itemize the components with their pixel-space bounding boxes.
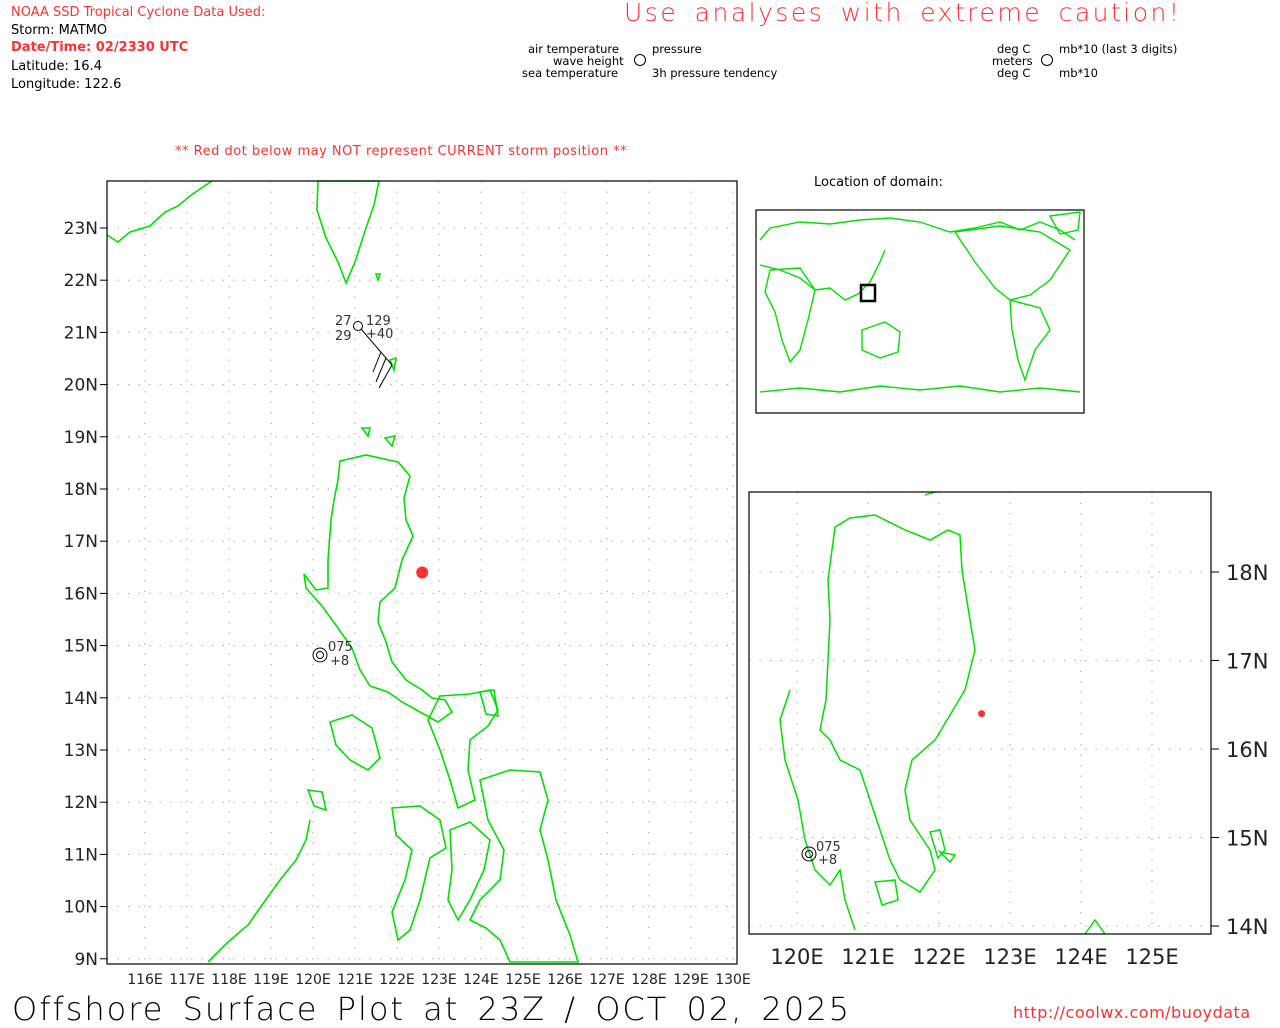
- luzon-island: [303, 454, 454, 723]
- lon-label: 123E: [421, 972, 457, 988]
- eurasia-coast: [759, 217, 1076, 241]
- source-url-link[interactable]: http://coolwx.com/buoydata: [1013, 1003, 1251, 1022]
- station-1-sea-temp: 29: [335, 329, 352, 344]
- lat-label: 10N: [64, 898, 98, 918]
- zoom-storm-position-dot: [978, 710, 986, 718]
- lon-label: 119E: [253, 972, 289, 988]
- legend-station-circle-icon: [634, 54, 646, 66]
- legend-station-circle-icon-2: [1041, 54, 1053, 66]
- babuyan-2: [360, 427, 372, 438]
- station-1-tendency: +40: [366, 327, 393, 342]
- island-zoom-3: [874, 879, 899, 906]
- lon-label: 125E: [505, 972, 541, 988]
- lon-label: 129E: [673, 972, 709, 988]
- lon-label: 124E: [1054, 945, 1107, 969]
- calm-wind-icon: [316, 651, 324, 659]
- lat-label: 18N: [64, 480, 98, 500]
- lat-label: 17N: [1226, 650, 1268, 674]
- lon-label: 118E: [211, 972, 247, 988]
- cebu-bohol: [447, 821, 491, 922]
- wind-barb-feather-icon: [378, 364, 393, 389]
- luzon-west-zoom: [779, 689, 856, 931]
- lon-label: 124E: [463, 972, 499, 988]
- mindoro-island: [329, 714, 381, 771]
- taiwan-island: [316, 180, 380, 286]
- station-2-tendency: +8: [330, 654, 349, 669]
- map-canvas: 23N 22N 21N 20N 19N 18N 17N 16N 15N 14N 13N 12N 11N 1…: [64, 54, 1268, 988]
- zoom-station-2-tendency: +8: [818, 853, 837, 868]
- lon-label: 121E: [337, 972, 373, 988]
- station-plot-2-zoom: 075 +8: [801, 840, 841, 868]
- lat-label: 15N: [64, 637, 98, 657]
- lat-label: 13N: [64, 741, 98, 761]
- domain-map-frame: [755, 209, 1085, 414]
- africa: [764, 267, 816, 364]
- greenland: [1048, 211, 1081, 235]
- zoom-lon-labels: 120E 121E 122E 123E 124E 125E: [770, 945, 1178, 969]
- domain-box-icon: [859, 283, 877, 303]
- station-plot-1: 27 29 129 +40: [335, 314, 393, 389]
- lat-label: 17N: [64, 532, 98, 552]
- panay-negros: [391, 805, 447, 942]
- lon-label: 120E: [770, 945, 823, 969]
- lat-label: 18N: [1226, 561, 1268, 585]
- lon-label: 121E: [841, 945, 894, 969]
- palawan-island: [306, 789, 328, 812]
- south-america: [1009, 299, 1051, 383]
- lon-label: 125E: [1125, 945, 1178, 969]
- lat-label: 22N: [64, 271, 98, 291]
- lon-label: 122E: [379, 972, 415, 988]
- antarctica-coast: [759, 385, 1081, 393]
- lat-label: 9N: [74, 950, 98, 970]
- asia-south-coast: [759, 249, 886, 301]
- lon-label: 120E: [295, 972, 331, 988]
- australia: [861, 321, 901, 359]
- lon-label: 122E: [912, 945, 965, 969]
- palawan-borneo-coast: [207, 819, 311, 963]
- plot-title: Offshore Surface Plot at 23Z / OCT 02, 2…: [12, 990, 851, 1028]
- main-lat-labels: 23N 22N 21N 20N 19N 18N 17N 16N 15N 14N 13N 12N 11N 1…: [64, 219, 98, 970]
- batanes: [374, 273, 382, 283]
- lat-label: 12N: [64, 793, 98, 813]
- station-2-pressure: 075: [328, 640, 353, 655]
- world-map-coastlines: [759, 211, 1081, 393]
- catanduanes: [478, 689, 499, 717]
- lat-label: 14N: [1226, 915, 1268, 939]
- island-zoom-4: [1084, 918, 1106, 935]
- lon-label: 116E: [127, 972, 163, 988]
- lat-label: 14N: [64, 689, 98, 709]
- china-coast: [106, 180, 213, 243]
- island-zoom-2: [937, 850, 957, 864]
- babuyan-3: [383, 434, 397, 448]
- lon-label: 123E: [983, 945, 1036, 969]
- lon-label: 117E: [169, 972, 205, 988]
- main-lon-labels: 116E 117E 118E 119E 120E 121E 122E 123E 124E 125E…: [127, 972, 751, 988]
- lat-label: 23N: [64, 219, 98, 239]
- station-circle-icon: [312, 647, 328, 663]
- lat-label: 15N: [1226, 827, 1268, 851]
- lat-label: 21N: [64, 323, 98, 343]
- lat-label: 11N: [64, 845, 98, 865]
- lat-label: 16N: [64, 584, 98, 604]
- main-map-coastlines: [106, 180, 580, 963]
- lon-label: 128E: [631, 972, 667, 988]
- station-1-air-temp: 27: [335, 314, 352, 329]
- lat-label: 20N: [64, 376, 98, 396]
- domain-map-title: Location of domain:: [814, 175, 943, 190]
- north-america: [953, 225, 1071, 301]
- lat-label: 16N: [1226, 738, 1268, 762]
- lat-label: 19N: [64, 428, 98, 448]
- mindanao-island: [468, 769, 580, 963]
- wind-barb-feather-icon: [372, 351, 382, 373]
- lon-label: 130E: [715, 972, 751, 988]
- storm-position-dot: [416, 566, 429, 579]
- lon-label: 127E: [589, 972, 625, 988]
- lon-label: 126E: [547, 972, 583, 988]
- station-plot-2: 075 +8: [312, 640, 353, 669]
- zoom-lat-labels: 18N 17N 16N 15N 14N: [1226, 561, 1268, 939]
